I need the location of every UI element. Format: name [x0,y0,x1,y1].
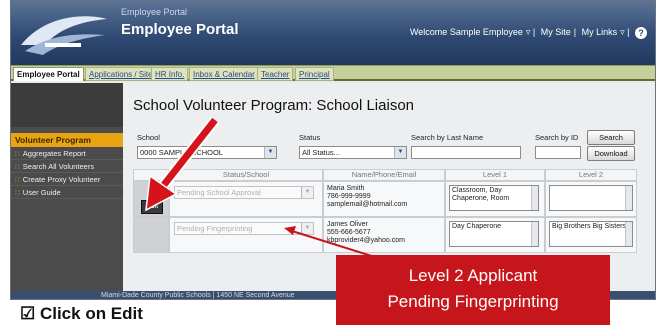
sidebar-item-user-guide[interactable]: ∷ User Guide [11,187,123,199]
portal-header: Employee Portal Employee Portal Welcome … [11,1,655,65]
tab-applications-sites[interactable]: Applications / Sites [85,67,161,81]
sidebar-item-label: User Guide [22,188,61,197]
search-button[interactable]: Search [587,130,635,145]
row-2-name: James Oliver [327,221,368,228]
row-2-level2-textarea[interactable]: Big Brothers Big Sisters [549,221,633,247]
tab-principal[interactable]: Principal [295,67,334,81]
my-site-link[interactable]: My Site [541,27,571,37]
instruction-caption: ☑ Click on Edit [20,304,143,323]
table-row-2-status-cell: Pending Fingerprinting ▼ [169,217,323,253]
tab-inbox-calendar[interactable]: Inbox & Calendar [189,67,259,81]
header-small-title: Employee Portal [121,7,188,17]
bullet-icon: ∷ [15,188,20,197]
sidebar-item-search-all[interactable]: ∷ Search All Volunteers [11,161,123,173]
sidebar-item-label: Create Proxy Volunteer [22,175,101,184]
scrollbar[interactable] [625,186,632,210]
annotation-line-1: Level 2 Applicant [408,266,538,285]
row-1-contact: Maria Smith 786-999-9999 samplemail@hotm… [327,185,407,209]
tab-hr-info[interactable]: HR Info. [151,67,189,81]
row-2-phone: 555-666-5677 [327,229,371,236]
tab-teacher[interactable]: Teacher [257,67,294,81]
chevron-down-icon: ▼ [301,223,313,234]
scrollbar[interactable] [531,186,538,210]
header-links: Welcome Sample Employee ▿ | My Site | My L… [407,27,647,39]
bullet-icon: ∷ [15,162,20,171]
school-select-value: 0000 SAMPLE SCHOOL [140,148,223,157]
sidebar-heading[interactable]: Volunteer Program [11,133,123,147]
table-row-1-level1-cell: Classroom, Day Chaperone, Room [445,181,545,217]
last-name-input[interactable] [411,146,521,159]
table-row-2-contact-cell: James Oliver 555-666-5677 kbprovider4@ya… [323,217,445,253]
sidebar-spacer [11,83,123,127]
tab-bar: Employee Portal Applications / Sites HR … [11,65,655,81]
table-row-2-edit-cell [133,217,169,253]
row-1-email: samplemail@hotmail.com [327,201,408,208]
row-2-contact: James Oliver 555-666-5677 kbprovider4@ya… [327,221,405,245]
tab-employee-portal[interactable]: Employee Portal [13,67,84,81]
row-1-name: Maria Smith [327,185,365,192]
row-1-phone: 786-999-9999 [327,193,371,200]
table-row-1-edit-cell: Edit [133,181,169,217]
table-row-1-status-cell: Pending School Approval ▼ [169,181,323,217]
help-icon[interactable]: ? [635,27,647,39]
scrollbar[interactable] [531,222,538,246]
sidebar-item-label: Search All Volunteers [22,162,95,171]
row-1-level1-value: Classroom, Day Chaperone, Room [452,187,510,202]
row-2-status-value: Pending Fingerprinting [177,224,253,233]
last-name-label: Search by Last Name [411,133,484,142]
row-2-level1-textarea[interactable]: Day Chaperone [449,221,539,247]
status-label: Status [299,133,321,142]
district-logo-icon [21,16,107,55]
download-button[interactable]: Download [587,146,635,161]
header-name-phone-email: Name/Phone/Email [323,169,445,181]
sidebar-item-label: Aggregates Report [22,149,86,158]
search-id-input[interactable] [535,146,581,159]
edit-button[interactable]: Edit [141,200,163,214]
row-1-status-value: Pending School Approval [177,188,261,197]
annotation-callout: Level 2 Applicant Pending Fingerprinting [336,255,610,325]
table-row-2-level1-cell: Day Chaperone [445,217,545,253]
sidebar-item-create-proxy[interactable]: ∷ Create Proxy Volunteer [11,174,123,186]
my-links-link[interactable]: My Links [582,27,618,37]
chevron-down-icon: ▼ [264,147,276,158]
table-row-1-level2-cell [545,181,637,217]
sidebar-item-aggregates-report[interactable]: ∷ Aggregates Report [11,148,123,160]
welcome-link[interactable]: Welcome Sample Employee [410,27,523,37]
sidebar: Volunteer Program ∷ Aggregates Report ∷ Se… [11,83,123,299]
row-2-status-select[interactable]: Pending Fingerprinting ▼ [174,222,314,235]
row-1-level1-textarea[interactable]: Classroom, Day Chaperone, Room [449,185,539,211]
school-select[interactable]: 0000 SAMPLE SCHOOL ▼ [137,146,277,159]
header-level-2: Level 2 [545,169,637,181]
status-select[interactable]: All Status... ▼ [299,146,407,159]
scrollbar[interactable] [625,222,632,246]
bullet-icon: ∷ [15,149,20,158]
chevron-down-icon: ▼ [394,147,406,158]
header-title: Employee Portal [121,21,239,38]
table-row-1-contact-cell: Maria Smith 786-999-9999 samplemail@hotm… [323,181,445,217]
status-select-value: All Status... [302,148,340,157]
table-row-2-level2-cell: Big Brothers Big Sisters [545,217,637,253]
row-1-status-select[interactable]: Pending School Approval ▼ [174,186,314,199]
annotation-line-2: Pending Fingerprinting [387,292,559,311]
row-1-level2-textarea[interactable] [549,185,633,211]
school-label: School [137,133,160,142]
header-edit-column [133,169,169,181]
header-level-1: Level 1 [445,169,545,181]
row-2-level1-value: Day Chaperone [452,223,502,230]
page-title: School Volunteer Program: School Liaison [133,97,415,114]
row-2-email: kbprovider4@yahoo.com [327,237,405,244]
row-2-level2-value: Big Brothers Big Sisters [552,223,626,230]
search-id-label: Search by ID [535,133,579,142]
chevron-down-icon: ▼ [301,187,313,198]
header-status-school: Status/School [169,169,323,181]
bullet-icon: ∷ [15,175,20,184]
